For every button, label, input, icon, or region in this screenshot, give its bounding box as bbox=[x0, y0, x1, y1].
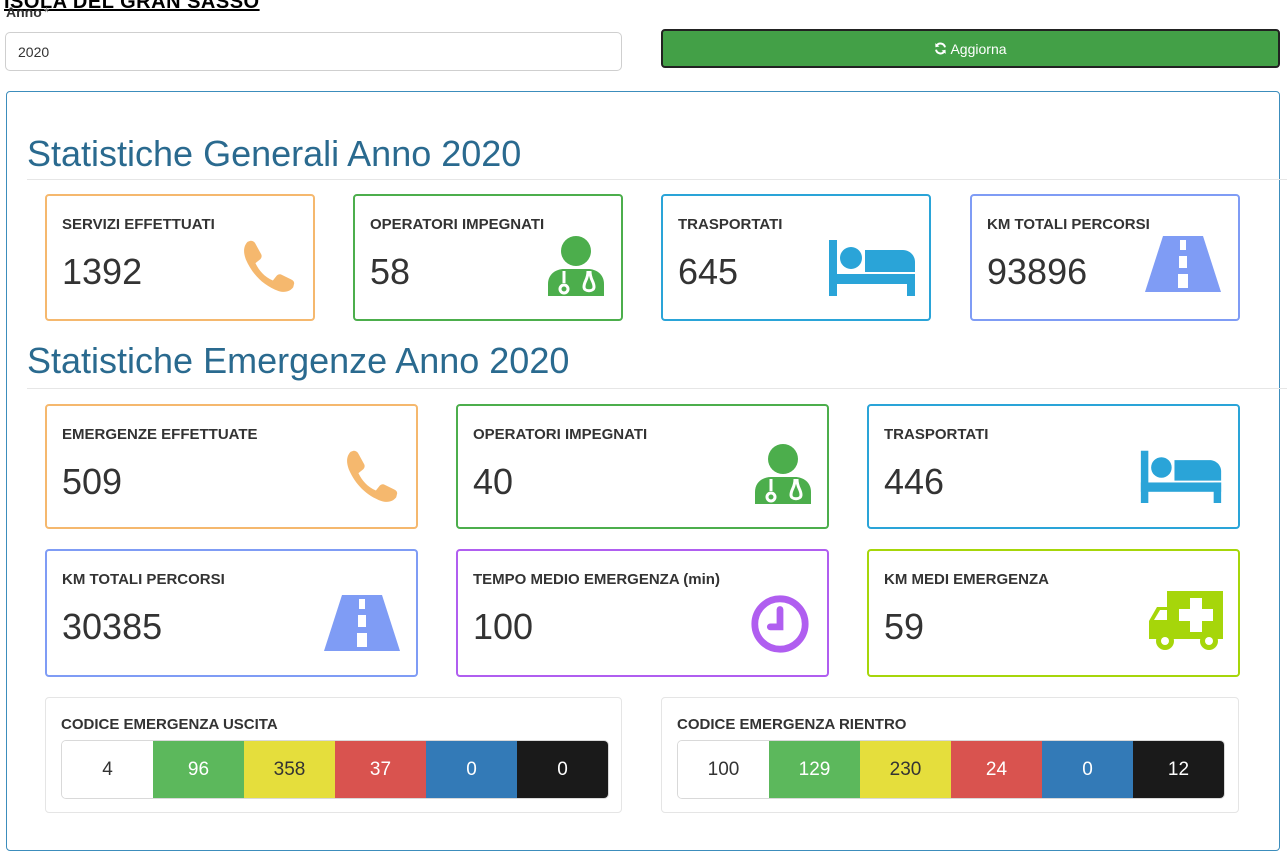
card-label: EMERGENZE EFFETTUATE bbox=[62, 426, 258, 443]
card-value: 509 bbox=[62, 461, 123, 502]
code-yellow: 358 bbox=[244, 741, 335, 798]
year-input[interactable] bbox=[5, 32, 622, 71]
card-trasportati: TRASPORTATI 645 bbox=[661, 194, 931, 321]
required-mark: * bbox=[43, 4, 50, 20]
card-km-totali: KM TOTALI PERCORSI 93896 bbox=[970, 194, 1240, 321]
card-value: 100 bbox=[473, 606, 534, 647]
general-stats-divider bbox=[27, 179, 1287, 180]
code-blue: 0 bbox=[426, 741, 517, 798]
codes-uscita-bar: 4 96 358 37 0 0 bbox=[61, 740, 609, 799]
user-md-icon bbox=[548, 236, 604, 296]
card-label: TEMPO MEDIO EMERGENZA (min) bbox=[473, 571, 720, 588]
phone-icon bbox=[244, 240, 295, 292]
code-white: 4 bbox=[62, 741, 153, 798]
card-label: KM TOTALI PERCORSI bbox=[62, 571, 225, 588]
road-icon bbox=[1145, 236, 1221, 292]
card-emergenze-km-totali: KM TOTALI PERCORSI 30385 bbox=[45, 549, 418, 677]
card-tempo-medio: TEMPO MEDIO EMERGENZA (min) 100 bbox=[456, 549, 829, 677]
emergency-stats-title: Statistiche Emergenze Anno 2020 bbox=[27, 340, 570, 381]
code-green: 129 bbox=[769, 741, 860, 798]
card-label: TRASPORTATI bbox=[884, 426, 989, 443]
codes-rientro-panel: CODICE EMERGENZA RIENTRO 100 129 230 24 … bbox=[661, 697, 1239, 813]
card-value: 58 bbox=[370, 251, 411, 292]
card-operatori-impegnati: OPERATORI IMPEGNATI 58 bbox=[353, 194, 623, 321]
year-label-text: Anno bbox=[6, 4, 42, 20]
card-value: 40 bbox=[473, 461, 514, 502]
card-label: OPERATORI IMPEGNATI bbox=[473, 426, 648, 443]
code-black: 12 bbox=[1133, 741, 1224, 798]
code-red: 24 bbox=[951, 741, 1042, 798]
year-label: Anno * bbox=[6, 4, 49, 20]
code-white: 100 bbox=[678, 741, 769, 798]
code-blue: 0 bbox=[1042, 741, 1133, 798]
card-value: 446 bbox=[884, 461, 945, 502]
card-value: 93896 bbox=[987, 251, 1088, 292]
code-red: 37 bbox=[335, 741, 426, 798]
card-emergenze-effettuate: EMERGENZE EFFETTUATE 509 bbox=[45, 404, 418, 529]
emergency-stats-divider bbox=[27, 388, 1287, 389]
card-value: 30385 bbox=[62, 606, 163, 647]
bed-icon bbox=[829, 240, 915, 296]
general-stats-title: Statistiche Generali Anno 2020 bbox=[27, 133, 522, 174]
card-value: 645 bbox=[678, 251, 739, 292]
phone-icon bbox=[347, 450, 398, 502]
code-yellow: 230 bbox=[860, 741, 951, 798]
clock-icon bbox=[751, 595, 809, 653]
refresh-button[interactable]: Aggiorna bbox=[661, 29, 1280, 68]
card-servizi-effettuati: SERVIZI EFFETTUATI 1392 bbox=[45, 194, 315, 321]
card-label: SERVIZI EFFETTUATI bbox=[62, 216, 215, 233]
card-km-medi: KM MEDI EMERGENZA 59 bbox=[867, 549, 1240, 677]
codes-uscita-panel: CODICE EMERGENZA USCITA 4 96 358 37 0 0 bbox=[45, 697, 622, 813]
codes-uscita-label: CODICE EMERGENZA USCITA bbox=[61, 716, 278, 733]
refresh-label: Aggiorna bbox=[950, 40, 1007, 57]
card-emergenze-operatori: OPERATORI IMPEGNATI 40 bbox=[456, 404, 829, 529]
road-icon bbox=[324, 595, 400, 651]
refresh-icon bbox=[935, 42, 947, 55]
card-label: KM TOTALI PERCORSI bbox=[987, 216, 1150, 233]
card-value: 1392 bbox=[62, 251, 143, 292]
card-value: 59 bbox=[884, 606, 925, 647]
codes-rientro-label: CODICE EMERGENZA RIENTRO bbox=[677, 716, 907, 733]
card-label: OPERATORI IMPEGNATI bbox=[370, 216, 545, 233]
code-black: 0 bbox=[517, 741, 608, 798]
bed-icon bbox=[1140, 450, 1222, 503]
card-label: KM MEDI EMERGENZA bbox=[884, 571, 1049, 588]
ambulance-icon bbox=[1149, 591, 1223, 650]
code-green: 96 bbox=[153, 741, 244, 798]
card-label: TRASPORTATI bbox=[678, 216, 783, 233]
codes-rientro-bar: 100 129 230 24 0 12 bbox=[677, 740, 1225, 799]
card-emergenze-trasportati: TRASPORTATI 446 bbox=[867, 404, 1240, 529]
user-md-icon bbox=[755, 444, 811, 504]
